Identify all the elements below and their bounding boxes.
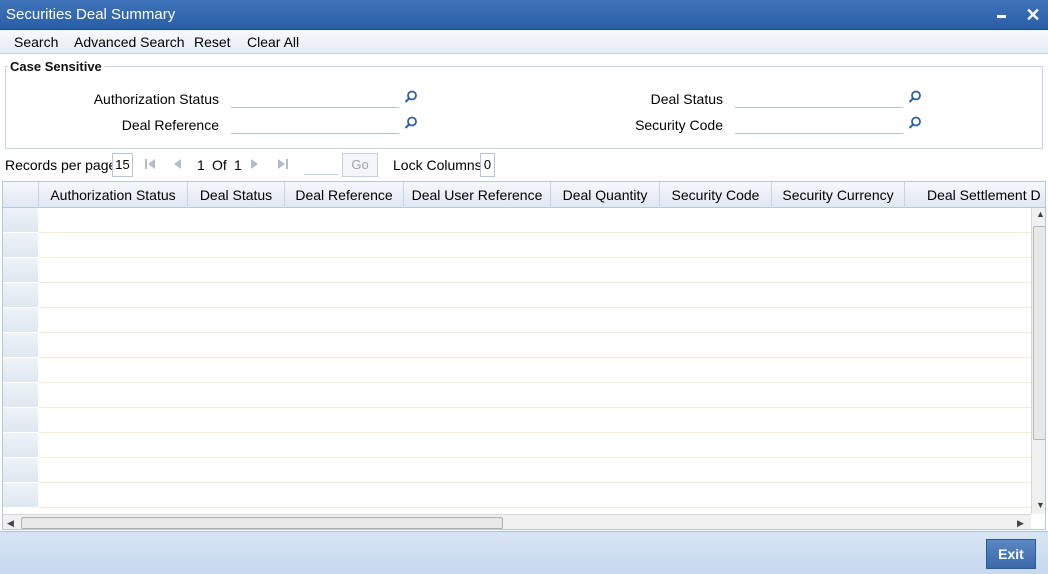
row-selector[interactable] xyxy=(3,258,38,283)
row-selector[interactable] xyxy=(3,333,38,358)
row-selector[interactable] xyxy=(3,308,38,333)
horizontal-scrollbar[interactable]: ◀ ▶ xyxy=(3,514,1031,529)
column-header-deal-status[interactable]: Deal Status xyxy=(188,182,285,208)
column-header-deal-settlement-date[interactable]: Deal Settlement D xyxy=(905,182,1045,208)
lock-columns-input[interactable]: 0 xyxy=(480,153,495,177)
table-row[interactable] xyxy=(39,458,1031,483)
row-selector[interactable] xyxy=(3,383,38,408)
column-header-security-code[interactable]: Security Code xyxy=(660,182,772,208)
vertical-scroll-thumb[interactable] xyxy=(1033,226,1045,440)
deal-status-label: Deal Status xyxy=(650,91,723,107)
pagination-bar: Records per page 15 1 Of 1 Lock Columns … xyxy=(0,150,1048,180)
title-bar: Securities Deal Summary ✕ xyxy=(0,0,1048,30)
table-row[interactable] xyxy=(39,408,1031,433)
go-button[interactable]: Go xyxy=(342,153,378,177)
column-header-deal-user-reference[interactable]: Deal User Reference xyxy=(404,182,551,208)
results-grid: Authorization Status Deal Status Deal Re… xyxy=(2,181,1046,530)
exit-button[interactable]: Exit xyxy=(986,539,1036,569)
deal-reference-input[interactable] xyxy=(231,114,399,134)
table-row[interactable] xyxy=(39,283,1031,308)
first-page-icon[interactable] xyxy=(144,158,156,170)
table-row[interactable] xyxy=(39,308,1031,333)
clear-all-button[interactable]: Clear All xyxy=(247,34,299,50)
authorization-status-input[interactable] xyxy=(231,88,399,108)
vertical-scrollbar[interactable]: ▲ ▼ xyxy=(1031,208,1045,514)
scroll-left-icon[interactable]: ◀ xyxy=(7,518,14,529)
scroll-right-icon[interactable]: ▶ xyxy=(1017,518,1024,529)
row-selector[interactable] xyxy=(3,283,38,308)
footer-bar: Exit xyxy=(0,531,1048,574)
column-header-deal-reference[interactable]: Deal Reference xyxy=(285,182,404,208)
scroll-up-icon[interactable]: ▲ xyxy=(1036,209,1045,219)
scroll-down-icon[interactable]: ▼ xyxy=(1036,500,1045,510)
grid-header: Authorization Status Deal Status Deal Re… xyxy=(3,182,1045,208)
table-row[interactable] xyxy=(39,333,1031,358)
authorization-status-label: Authorization Status xyxy=(93,91,219,107)
of-label: Of xyxy=(212,157,227,173)
security-code-input[interactable] xyxy=(735,114,903,134)
case-sensitive-label: Case Sensitive xyxy=(8,59,104,74)
window-title: Securities Deal Summary xyxy=(6,6,176,23)
table-row[interactable] xyxy=(39,483,1031,508)
column-header-authorization-status[interactable]: Authorization Status xyxy=(39,182,188,208)
search-button[interactable]: Search xyxy=(14,34,58,50)
table-row[interactable] xyxy=(39,233,1031,258)
deal-reference-search-icon[interactable] xyxy=(404,116,418,130)
goto-page-input[interactable] xyxy=(304,155,338,175)
deal-status-search-icon[interactable] xyxy=(908,90,922,104)
table-row[interactable] xyxy=(39,433,1031,458)
lock-columns-label: Lock Columns xyxy=(393,157,482,173)
toolbar: Search Advanced Search Reset Clear All xyxy=(0,30,1048,54)
table-row[interactable] xyxy=(39,358,1031,383)
next-page-icon[interactable] xyxy=(249,158,261,170)
security-code-label: Security Code xyxy=(635,117,723,133)
minimize-icon[interactable] xyxy=(992,4,1012,26)
previous-page-icon[interactable] xyxy=(171,158,183,170)
authorization-status-search-icon[interactable] xyxy=(404,90,418,104)
deal-status-input[interactable] xyxy=(735,88,903,108)
records-per-page-input[interactable]: 15 xyxy=(112,153,133,177)
row-selector[interactable] xyxy=(3,233,38,258)
row-selector[interactable] xyxy=(3,408,38,433)
row-selector[interactable] xyxy=(3,208,38,233)
horizontal-scroll-thumb[interactable] xyxy=(21,517,503,529)
advanced-search-button[interactable]: Advanced Search xyxy=(74,34,185,50)
table-row[interactable] xyxy=(39,208,1031,233)
column-header-deal-quantity[interactable]: Deal Quantity xyxy=(551,182,660,208)
row-selector[interactable] xyxy=(3,458,38,483)
select-all-header[interactable] xyxy=(3,182,39,208)
records-per-page-label: Records per page xyxy=(5,157,117,173)
last-page-icon[interactable] xyxy=(277,158,289,170)
row-selector[interactable] xyxy=(3,433,38,458)
current-page: 1 xyxy=(197,157,205,173)
close-icon[interactable]: ✕ xyxy=(1022,4,1044,26)
column-header-security-currency[interactable]: Security Currency xyxy=(772,182,905,208)
deal-reference-label: Deal Reference xyxy=(121,117,219,133)
table-row[interactable] xyxy=(39,383,1031,408)
security-code-search-icon[interactable] xyxy=(908,116,922,130)
row-selector[interactable] xyxy=(3,358,38,383)
table-row[interactable] xyxy=(39,258,1031,283)
row-selector[interactable] xyxy=(3,483,38,508)
reset-button[interactable]: Reset xyxy=(194,34,231,50)
total-pages: 1 xyxy=(234,157,242,173)
